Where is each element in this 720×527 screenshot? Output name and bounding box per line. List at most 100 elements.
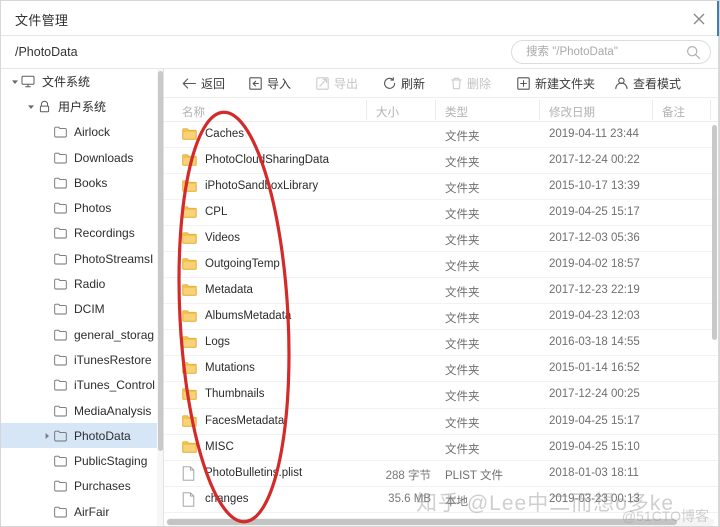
sidebar-item-dcim[interactable]: DCIM	[1, 297, 157, 322]
table-row[interactable]: FacesMetadata 文件夹 2019-04-25 15:17	[164, 409, 719, 435]
table-row[interactable]: CPL 文件夹 2019-04-25 15:17	[164, 200, 719, 227]
sidebar-item-label: 用户系统	[58, 100, 107, 115]
window-right-border	[718, 36, 719, 526]
cell-date: 2018-01-03 18:11	[549, 466, 639, 479]
folder-plus-icon	[517, 76, 531, 90]
sidebar-item--[interactable]: 文件系统	[1, 69, 157, 94]
toolbar-button-arrow-left[interactable]: 返回	[182, 73, 225, 93]
title-bar: 文件管理	[1, 1, 719, 36]
cell-name: CPL	[205, 206, 228, 219]
cell-type: 文件夹	[445, 209, 480, 222]
search-box[interactable]	[511, 40, 711, 64]
table-row[interactable]: Metadata 文件夹 2017-12-23 22:19	[164, 278, 719, 305]
cell-size: 288 字节	[385, 469, 431, 482]
sidebar-item-recordings[interactable]: Recordings	[1, 221, 157, 246]
list-horizontal-scrollbar-thumb[interactable]	[167, 519, 677, 525]
path-bar: /PhotoData	[1, 36, 719, 69]
sidebar-item-publicstaging[interactable]: PublicStaging	[1, 448, 157, 473]
toolbar-button-refresh[interactable]: 刷新	[383, 73, 425, 93]
folder-icon	[182, 179, 197, 193]
table-row[interactable]: OutgoingTemp 文件夹 2019-04-02 18:57	[164, 252, 719, 279]
column-divider[interactable]	[539, 100, 540, 120]
column-divider[interactable]	[652, 100, 653, 120]
sidebar-item-mediaanalysis[interactable]: MediaAnalysis	[1, 398, 157, 423]
table-row[interactable]: AlbumsMetadata 文件夹 2019-04-23 12:03	[164, 304, 719, 331]
toolbar-button-import[interactable]: 导入	[249, 73, 291, 93]
folder-icon	[52, 455, 68, 467]
list-vertical-scrollbar-thumb[interactable]	[712, 125, 717, 340]
column-header-2[interactable]: 类型	[445, 104, 468, 120]
sidebar-item-airfair[interactable]: AirFair	[1, 499, 157, 524]
sidebar-item-radio[interactable]: Radio	[1, 271, 157, 296]
column-header-4[interactable]: 备注	[662, 104, 685, 120]
file-icon	[182, 465, 197, 481]
sidebar-item-photodata[interactable]: PhotoData	[1, 423, 157, 449]
file-list: Caches 文件夹 2019-04-11 23:44 PhotoCloudShari…	[164, 122, 719, 518]
sidebar-item--[interactable]: 用户系统	[1, 94, 157, 119]
sidebar-item-books[interactable]: Books	[1, 170, 157, 195]
search-input[interactable]	[524, 45, 678, 59]
toolbar-button-label: 导出	[334, 76, 359, 91]
table-row[interactable]: Thumbnails 文件夹 2017-12-24 00:25	[164, 382, 719, 409]
sidebar-item-downloads[interactable]: Downloads	[1, 145, 157, 170]
sidebar-item-label: DCIM	[74, 302, 105, 317]
chevron-down-icon[interactable]	[25, 103, 36, 111]
sidebar-item-photostreamsi[interactable]: PhotoStreamsI	[1, 246, 157, 271]
main-panel: 返回 导入 导出 刷新 删除 新建文件夹 查看模式 名称 大小 类型 修改日期 备注 Caches 文…	[164, 69, 719, 526]
search-icon[interactable]	[686, 45, 701, 65]
folder-icon	[182, 205, 197, 219]
sidebar-item-purchases[interactable]: Purchases	[1, 474, 157, 499]
sidebar-item-itunes_control[interactable]: iTunes_Control	[1, 373, 157, 398]
table-row[interactable]: PhotoBulletins.plist 288 字节 PLIST 文件 2018-0…	[164, 461, 719, 487]
folder-icon	[182, 283, 197, 297]
cell-name: Caches	[205, 128, 244, 140]
table-row[interactable]: MISC 文件夹 2019-04-25 15:10	[164, 435, 719, 461]
table-row[interactable]: PhotoCloudSharingData 文件夹 2017-12-24 00:22	[164, 148, 719, 175]
import-icon	[249, 76, 263, 90]
column-header-0[interactable]: 名称	[182, 104, 205, 120]
column-header-3[interactable]: 修改日期	[549, 104, 595, 120]
sidebar-item-label: Books	[74, 175, 108, 190]
sidebar-item-general_storag[interactable]: general_storag	[1, 322, 157, 347]
column-header-1[interactable]: 大小	[376, 104, 399, 120]
sidebar-item-label: iTunes_Control	[74, 378, 155, 393]
table-row[interactable]: Logs 文件夹 2016-03-18 14:55	[164, 330, 719, 357]
column-divider[interactable]	[366, 100, 367, 120]
cell-name: iPhotoSandboxLibrary	[205, 180, 319, 193]
column-divider[interactable]	[710, 100, 711, 120]
window-title: 文件管理	[15, 13, 69, 28]
sidebar-tree-panel: 文件系统用户系统 Airlock Downloads Books Photos Recor…	[1, 69, 164, 526]
table-row[interactable]: Mutations 文件夹 2015-01-14 16:52	[164, 356, 719, 383]
toolbar-button-folder-plus[interactable]: 新建文件夹	[517, 73, 595, 93]
folder-icon	[182, 414, 197, 428]
sidebar-item-itunesrestore[interactable]: iTunesRestore	[1, 347, 157, 372]
folder-icon	[52, 430, 68, 442]
sidebar-scrollbar-thumb[interactable]	[158, 71, 163, 451]
table-row[interactable]: changes 35.6 MB 本地 2019-03-23 00:13	[164, 487, 719, 513]
folder-icon	[52, 379, 68, 391]
sidebar-item-label: PhotoData	[74, 428, 131, 443]
close-icon[interactable]	[685, 7, 713, 31]
cell-type: 文件夹	[445, 287, 480, 300]
table-row[interactable]: Caches 文件夹 2019-04-11 23:44	[164, 122, 719, 149]
chevron-right-icon[interactable]	[41, 432, 52, 440]
sidebar-item-photos[interactable]: Photos	[1, 195, 157, 220]
chevron-down-icon[interactable]	[9, 78, 20, 86]
file-manager-window: 文件管理 /PhotoData 文件系统用户系统 Airlock Downloads…	[0, 0, 720, 527]
toolbar-button-label: 查看模式	[633, 76, 682, 91]
column-divider[interactable]	[435, 100, 436, 120]
cell-name: Mutations	[205, 362, 255, 375]
cell-type: 文件夹	[445, 183, 480, 196]
toolbar-button-label: 删除	[467, 76, 492, 91]
sidebar-item-label: iTunesRestore	[74, 352, 152, 367]
sidebar-item-airlock[interactable]: Airlock	[1, 120, 157, 145]
toolbar-button-view-mode[interactable]: 查看模式	[614, 73, 681, 93]
cell-date: 2019-04-25 15:17	[549, 206, 640, 219]
toolbar-button-label: 刷新	[401, 76, 426, 91]
cell-date: 2019-04-25 15:17	[549, 414, 640, 427]
toolbar-button-label: 新建文件夹	[535, 76, 596, 91]
folder-icon	[182, 440, 197, 454]
table-row[interactable]: iPhotoSandboxLibrary 文件夹 2015-10-17 13:39	[164, 174, 719, 201]
toolbar-button-trash: 删除	[450, 73, 491, 93]
table-row[interactable]: Videos 文件夹 2017-12-03 05:36	[164, 226, 719, 253]
